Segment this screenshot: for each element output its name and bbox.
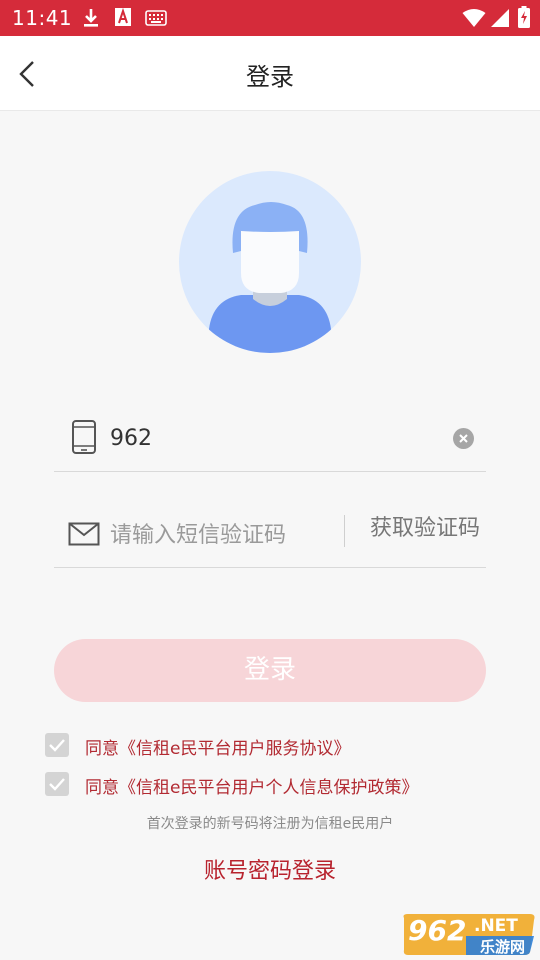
- watermark-suffix: .NET: [474, 916, 518, 936]
- checkmark-icon: [49, 739, 65, 752]
- status-bar: 11:41: [0, 0, 540, 36]
- app-notification-icon: [114, 7, 132, 31]
- privacy-policy-link[interactable]: 同意《信租e民平台用户个人信息保护政策》: [85, 773, 418, 798]
- user-avatar-icon: [209, 202, 331, 353]
- watermark-logo: 962 .NET 乐游网: [400, 912, 536, 956]
- mail-icon: [68, 522, 100, 550]
- checkmark-icon: [49, 778, 65, 791]
- battery-icon: [518, 6, 530, 32]
- page-title: 登录: [246, 63, 294, 91]
- login-button[interactable]: 登录: [54, 639, 486, 702]
- download-icon: [82, 7, 100, 33]
- service-agreement-checkbox[interactable]: [45, 733, 69, 757]
- account-password-login-link[interactable]: 账号密码登录: [0, 853, 540, 885]
- title-bar: 登录: [0, 36, 540, 111]
- watermark-brand: 962: [408, 914, 467, 947]
- signal-icon: [490, 8, 510, 32]
- phone-icon: [71, 419, 97, 459]
- status-time: 11:41: [12, 6, 73, 30]
- service-agreement-link[interactable]: 同意《信租e民平台用户服务协议》: [85, 734, 350, 759]
- keyboard-icon: [145, 10, 167, 30]
- privacy-policy-checkbox[interactable]: [45, 772, 69, 796]
- avatar: [179, 171, 361, 353]
- watermark-caption: 乐游网: [480, 938, 526, 956]
- close-icon: [459, 434, 468, 443]
- field-divider: [344, 515, 345, 547]
- clear-input-button[interactable]: [453, 428, 474, 449]
- registration-hint: 首次登录的新号码将注册为信租e民用户: [146, 816, 394, 832]
- phone-field: 962: [54, 414, 486, 472]
- get-code-button[interactable]: 获取验证码: [370, 510, 480, 542]
- phone-input[interactable]: 962: [110, 426, 152, 451]
- sms-code-input[interactable]: [110, 515, 330, 555]
- sms-code-field: 获取验证码: [54, 492, 486, 568]
- wifi-icon: [462, 8, 486, 32]
